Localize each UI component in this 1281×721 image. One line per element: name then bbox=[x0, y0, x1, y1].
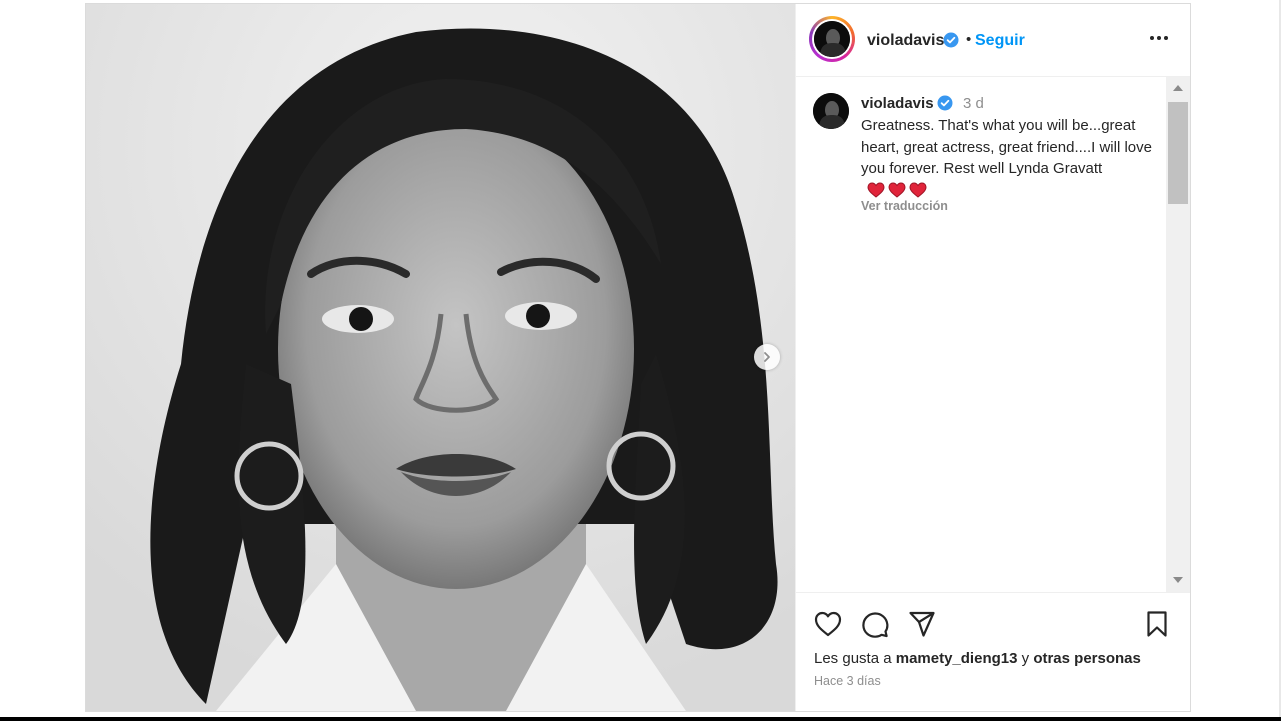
likes-middle: y bbox=[1021, 650, 1030, 667]
story-avatar[interactable] bbox=[809, 16, 855, 62]
comment-button[interactable] bbox=[859, 608, 891, 640]
comments-scrollbar[interactable] bbox=[1166, 77, 1190, 592]
next-image-button[interactable] bbox=[754, 344, 780, 370]
see-translation-link[interactable]: Ver traducción bbox=[861, 199, 948, 213]
avatar-image bbox=[813, 93, 849, 129]
portrait-photo bbox=[86, 4, 795, 711]
scroll-down-arrow-icon[interactable] bbox=[1173, 577, 1183, 583]
instagram-post: violadavis • Seguir violadavis 3 d Great… bbox=[85, 3, 1191, 712]
post-timestamp[interactable]: Hace 3 días bbox=[814, 674, 881, 688]
header-username[interactable]: violadavis bbox=[867, 32, 944, 50]
red-heart-icon bbox=[867, 181, 885, 198]
save-button[interactable] bbox=[1141, 608, 1173, 640]
more-options-icon[interactable] bbox=[1147, 26, 1171, 50]
comment-icon bbox=[862, 612, 889, 638]
caption-username[interactable]: violadavis bbox=[861, 95, 934, 112]
share-button[interactable] bbox=[906, 608, 938, 640]
likes-prefix: Les gusta a bbox=[814, 650, 892, 667]
post-sidebar: violadavis • Seguir violadavis 3 d Great… bbox=[795, 4, 1190, 711]
red-heart-icon bbox=[888, 181, 906, 198]
action-bar bbox=[795, 608, 1190, 640]
paper-plane-icon bbox=[909, 611, 935, 637]
likes-user-link[interactable]: mamety_dieng13 bbox=[896, 650, 1018, 667]
verified-badge-icon bbox=[943, 32, 959, 48]
red-heart-icon bbox=[909, 181, 927, 198]
bottom-border bbox=[0, 717, 1281, 721]
post-header: violadavis • Seguir bbox=[795, 4, 1190, 77]
caption-time[interactable]: 3 d bbox=[963, 95, 984, 112]
avatar-image bbox=[814, 21, 850, 57]
verified-badge-icon bbox=[937, 95, 953, 111]
follow-button[interactable]: Seguir bbox=[975, 32, 1025, 50]
heart-outline-icon bbox=[814, 611, 842, 637]
chevron-right-icon bbox=[764, 352, 770, 362]
caption-avatar[interactable] bbox=[813, 93, 849, 129]
post-media bbox=[86, 4, 796, 711]
comments-area: violadavis 3 d Greatness. That's what yo… bbox=[795, 77, 1190, 593]
scrollbar-thumb[interactable] bbox=[1168, 102, 1188, 204]
like-button[interactable] bbox=[812, 608, 844, 640]
separator-dot: • bbox=[966, 31, 972, 48]
scroll-up-arrow-icon[interactable] bbox=[1173, 85, 1183, 91]
likes-others-link[interactable]: otras personas bbox=[1033, 650, 1141, 667]
caption-body: Greatness. That's what you will be...gre… bbox=[861, 117, 1152, 177]
bookmark-icon bbox=[1147, 611, 1167, 637]
likes-summary: Les gusta a mamety_dieng13 y otras perso… bbox=[814, 650, 1141, 667]
caption-text: Greatness. That's what you will be...gre… bbox=[861, 115, 1161, 204]
